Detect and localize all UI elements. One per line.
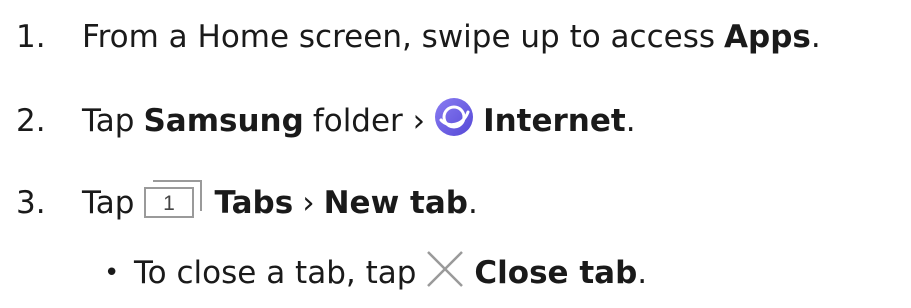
- tabs-icon: 1: [143, 179, 205, 227]
- step-number: 1.: [16, 19, 46, 55]
- step-text-pre: From a Home screen, swipe up to access: [82, 19, 716, 55]
- step-number: 3.: [16, 185, 46, 221]
- step-text: Tap Samsung folder › Internet.: [82, 97, 636, 145]
- bullet: •: [104, 258, 120, 288]
- step-text: Tap 1 Tabs › New tab.: [82, 179, 478, 227]
- step-text: From a Home screen, swipe up to access Ap…: [82, 19, 821, 55]
- samsung-internet-icon: [434, 97, 474, 145]
- apps-label: Apps: [724, 19, 811, 55]
- new-tab-label: New tab: [323, 185, 468, 221]
- samsung-folder-label: Samsung: [143, 103, 304, 139]
- tabs-label: Tabs: [214, 185, 294, 221]
- substep-text: To close a tab, tap Close tab.: [134, 249, 647, 297]
- step-number: 2.: [16, 103, 46, 139]
- close-icon: [425, 249, 465, 297]
- internet-label: Internet: [483, 103, 626, 139]
- close-tab-label: Close tab: [474, 255, 638, 291]
- tabs-icon-digit: 1: [164, 192, 176, 215]
